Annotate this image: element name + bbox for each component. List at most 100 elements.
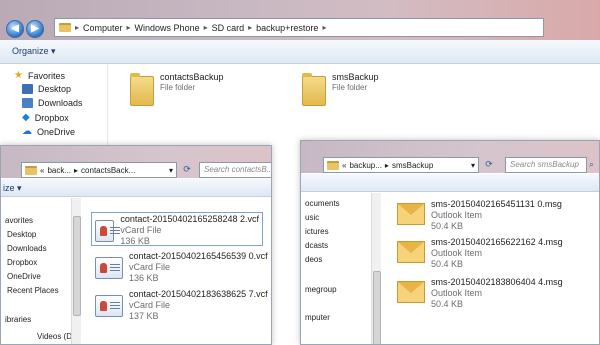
contacts-navigation-pane: avorites Desktop Downloads Dropbox OneDr… bbox=[1, 198, 77, 344]
contacts-organize-button[interactable]: ize ▾ bbox=[3, 183, 22, 194]
nav-onedrive[interactable]: OneDrive bbox=[7, 272, 41, 281]
sms-breadcrumb-current[interactable]: smsBackup bbox=[392, 161, 433, 170]
file-name: contact-20150402165456539 0.vcf bbox=[129, 251, 268, 261]
scrollbar-thumb[interactable] bbox=[73, 216, 81, 316]
forward-button[interactable]: ▶ bbox=[26, 20, 44, 38]
vcard-icon bbox=[95, 295, 123, 317]
nav-onedrive[interactable]: ☁ OneDrive bbox=[22, 126, 75, 137]
nav-downloads[interactable]: Downloads bbox=[22, 98, 83, 108]
sms-search-input[interactable]: Search smsBackup bbox=[505, 157, 587, 173]
nav-pictures[interactable]: ictures bbox=[305, 227, 329, 236]
folder-type: File folder bbox=[332, 83, 368, 92]
file-name: contact-20150402183638625 7.vcf bbox=[129, 289, 268, 299]
chevron-right-icon: ▸ bbox=[74, 165, 79, 175]
file-size: 50.4 KB bbox=[431, 299, 464, 309]
nav-favorites[interactable]: ★ Favorites bbox=[14, 70, 65, 81]
main-address-bar[interactable]: ▸ Computer ▸ Windows Phone ▸ SD card ▸ b… bbox=[54, 18, 544, 37]
desktop-icon bbox=[22, 84, 33, 94]
breadcrumb-sd-card[interactable]: SD card bbox=[212, 23, 245, 33]
chevron-right-icon: ▸ bbox=[75, 23, 80, 32]
contacts-address-bar[interactable]: « back... ▸ contactsBack... ▾ bbox=[21, 162, 177, 178]
chevron-right-icon: ▸ bbox=[248, 23, 253, 32]
folder-name: smsBackup bbox=[332, 72, 379, 82]
downloads-icon bbox=[22, 98, 33, 108]
folder-icon bbox=[130, 73, 154, 106]
folder-icon bbox=[327, 160, 339, 170]
chevron-double-left-icon: « bbox=[40, 165, 45, 175]
folder-type: File folder bbox=[160, 83, 196, 92]
file-type: vCard File bbox=[120, 225, 162, 235]
back-button[interactable]: ◀ bbox=[6, 20, 24, 38]
nav-videos[interactable]: deos bbox=[305, 255, 322, 264]
organize-label: Organize bbox=[12, 46, 49, 56]
file-size: 50.4 KB bbox=[431, 221, 464, 231]
contacts-toolbar: ize ▾ bbox=[1, 179, 271, 197]
sms-breadcrumb-parent[interactable]: backup... bbox=[349, 161, 381, 170]
dropbox-icon: ◆ bbox=[22, 112, 30, 123]
folder-name: contactsBackup bbox=[160, 72, 224, 82]
file-type: Outlook Item bbox=[431, 248, 483, 258]
contacts-search-input[interactable]: Search contactsB... bbox=[199, 162, 271, 178]
nav-dropbox[interactable]: Dropbox bbox=[7, 258, 37, 267]
breadcrumb-windows-phone[interactable]: Windows Phone bbox=[135, 23, 200, 33]
nav-favorites-label: Favorites bbox=[27, 70, 65, 81]
refresh-icon[interactable]: ⟳ bbox=[481, 157, 497, 173]
main-toolbar bbox=[0, 40, 600, 64]
breadcrumb-computer[interactable]: Computer bbox=[83, 23, 123, 33]
file-name: contact-20150402165258248 2.vcf bbox=[120, 214, 259, 224]
nav-desktop[interactable]: Desktop bbox=[7, 230, 36, 239]
chevron-right-icon: ▸ bbox=[322, 23, 327, 32]
file-size: 137 KB bbox=[129, 311, 159, 321]
refresh-icon[interactable]: ⟳ bbox=[179, 162, 195, 178]
search-icon[interactable]: ⌕ bbox=[589, 159, 594, 170]
nav-downloads[interactable]: Downloads bbox=[7, 244, 47, 253]
contacts-organize-label: ize bbox=[3, 183, 15, 193]
file-item-contact-3[interactable]: contact-20150402183638625 7.vcf vCard Fi… bbox=[95, 289, 268, 322]
file-name: sms-20150402165451131 0.msg bbox=[431, 199, 562, 209]
file-type: Outlook Item bbox=[431, 288, 483, 298]
scrollbar-thumb[interactable] bbox=[373, 271, 381, 344]
chevron-down-icon: ▾ bbox=[470, 160, 475, 170]
nav-favorites[interactable]: avorites bbox=[5, 216, 33, 225]
file-item-contact-1[interactable]: contact-20150402165258248 2.vcf vCard Fi… bbox=[91, 212, 263, 246]
nav-documents[interactable]: ocuments bbox=[305, 199, 340, 208]
nav-music[interactable]: usic bbox=[305, 213, 319, 222]
file-item-contact-2[interactable]: contact-20150402165456539 0.vcf vCard Fi… bbox=[95, 251, 268, 284]
contacts-breadcrumb-current[interactable]: contactsBack... bbox=[81, 166, 135, 175]
nav-computer[interactable]: mputer bbox=[305, 313, 330, 322]
nav-homegroup[interactable]: megroup bbox=[305, 285, 337, 294]
file-item-sms-3[interactable]: sms-20150402183806404 4.msg Outlook Item… bbox=[397, 277, 563, 310]
file-item-sms-2[interactable]: sms-20150402165622162 4.msg Outlook Item… bbox=[397, 237, 563, 270]
vcard-icon bbox=[95, 257, 123, 279]
nav-podcasts[interactable]: dcasts bbox=[305, 241, 328, 250]
chevron-right-icon: ▸ bbox=[126, 23, 131, 32]
main-navigation-pane: ★ Favorites Desktop Downloads ◆ Dropbox … bbox=[0, 64, 108, 154]
file-type: vCard File bbox=[129, 300, 171, 310]
nav-dropbox-label: Dropbox bbox=[34, 112, 69, 123]
organize-button[interactable]: Organize ▾ bbox=[12, 46, 56, 57]
sms-nav-scrollbar[interactable] bbox=[371, 193, 381, 344]
envelope-icon bbox=[397, 281, 425, 303]
chevron-down-icon: ▾ bbox=[51, 46, 56, 56]
file-size: 50.4 KB bbox=[431, 259, 464, 269]
file-item-sms-1[interactable]: sms-20150402165451131 0.msg Outlook Item… bbox=[397, 199, 562, 232]
sms-address-bar[interactable]: « backup... ▸ smsBackup ▾ bbox=[323, 157, 479, 173]
breadcrumb-backup-restore[interactable]: backup+restore bbox=[256, 23, 318, 33]
contacts-nav-scrollbar[interactable] bbox=[71, 198, 81, 344]
star-icon: ★ bbox=[14, 70, 23, 81]
vcard-icon bbox=[95, 220, 121, 242]
contacts-breadcrumb-parent[interactable]: back... bbox=[47, 166, 71, 175]
nav-desktop-label: Desktop bbox=[38, 84, 72, 94]
chevron-right-icon: ▸ bbox=[384, 160, 389, 170]
onedrive-icon: ☁ bbox=[22, 126, 32, 137]
envelope-icon bbox=[397, 241, 425, 263]
envelope-icon bbox=[397, 203, 425, 225]
nav-desktop[interactable]: Desktop bbox=[22, 84, 71, 94]
file-size: 136 KB bbox=[120, 236, 150, 246]
file-type: Outlook Item bbox=[431, 210, 483, 220]
nav-dropbox[interactable]: ◆ Dropbox bbox=[22, 112, 69, 123]
nav-libraries[interactable]: ibraries bbox=[5, 315, 31, 324]
nav-onedrive-label: OneDrive bbox=[37, 126, 76, 137]
nav-recent-places[interactable]: Recent Places bbox=[7, 286, 59, 295]
file-name: sms-20150402183806404 4.msg bbox=[431, 277, 563, 287]
